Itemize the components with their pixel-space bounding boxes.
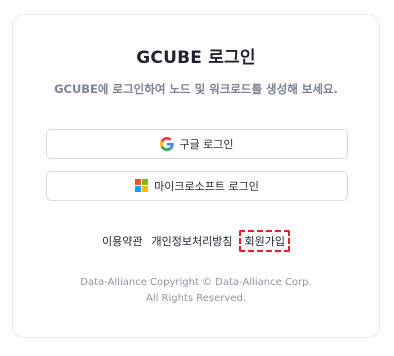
terms-link[interactable]: 이용약관 bbox=[102, 233, 142, 249]
footer-links: 이용약관 개인정보처리방침 회원가입 bbox=[13, 230, 379, 252]
microsoft-login-button[interactable]: 마이크로소프트 로그인 bbox=[46, 171, 348, 201]
copyright-footer: Data-Alliance Copyright © Data-Alliance … bbox=[13, 275, 379, 307]
page-subtitle: GCUBE에 로그인하여 노드 및 워크로드를 생성해 보세요. bbox=[54, 82, 338, 96]
signup-link[interactable]: 회원가입 bbox=[239, 230, 290, 252]
privacy-policy-link[interactable]: 개인정보처리방침 bbox=[152, 233, 233, 249]
google-icon bbox=[160, 137, 175, 151]
google-login-button[interactable]: 구글 로그인 bbox=[46, 129, 348, 159]
copyright-text: Data-Alliance Copyright © Data-Alliance … bbox=[80, 277, 312, 288]
microsoft-icon bbox=[135, 179, 149, 193]
login-card: GCUBE 로그인 GCUBE에 로그인하여 노드 및 워크로드를 생성해 보세… bbox=[12, 14, 380, 338]
rights-text: All Rights Reserved. bbox=[145, 293, 247, 304]
page-title: GCUBE 로그인 bbox=[136, 48, 256, 68]
google-login-label: 구글 로그인 bbox=[179, 138, 234, 151]
microsoft-login-label: 마이크로소프트 로그인 bbox=[154, 180, 259, 193]
